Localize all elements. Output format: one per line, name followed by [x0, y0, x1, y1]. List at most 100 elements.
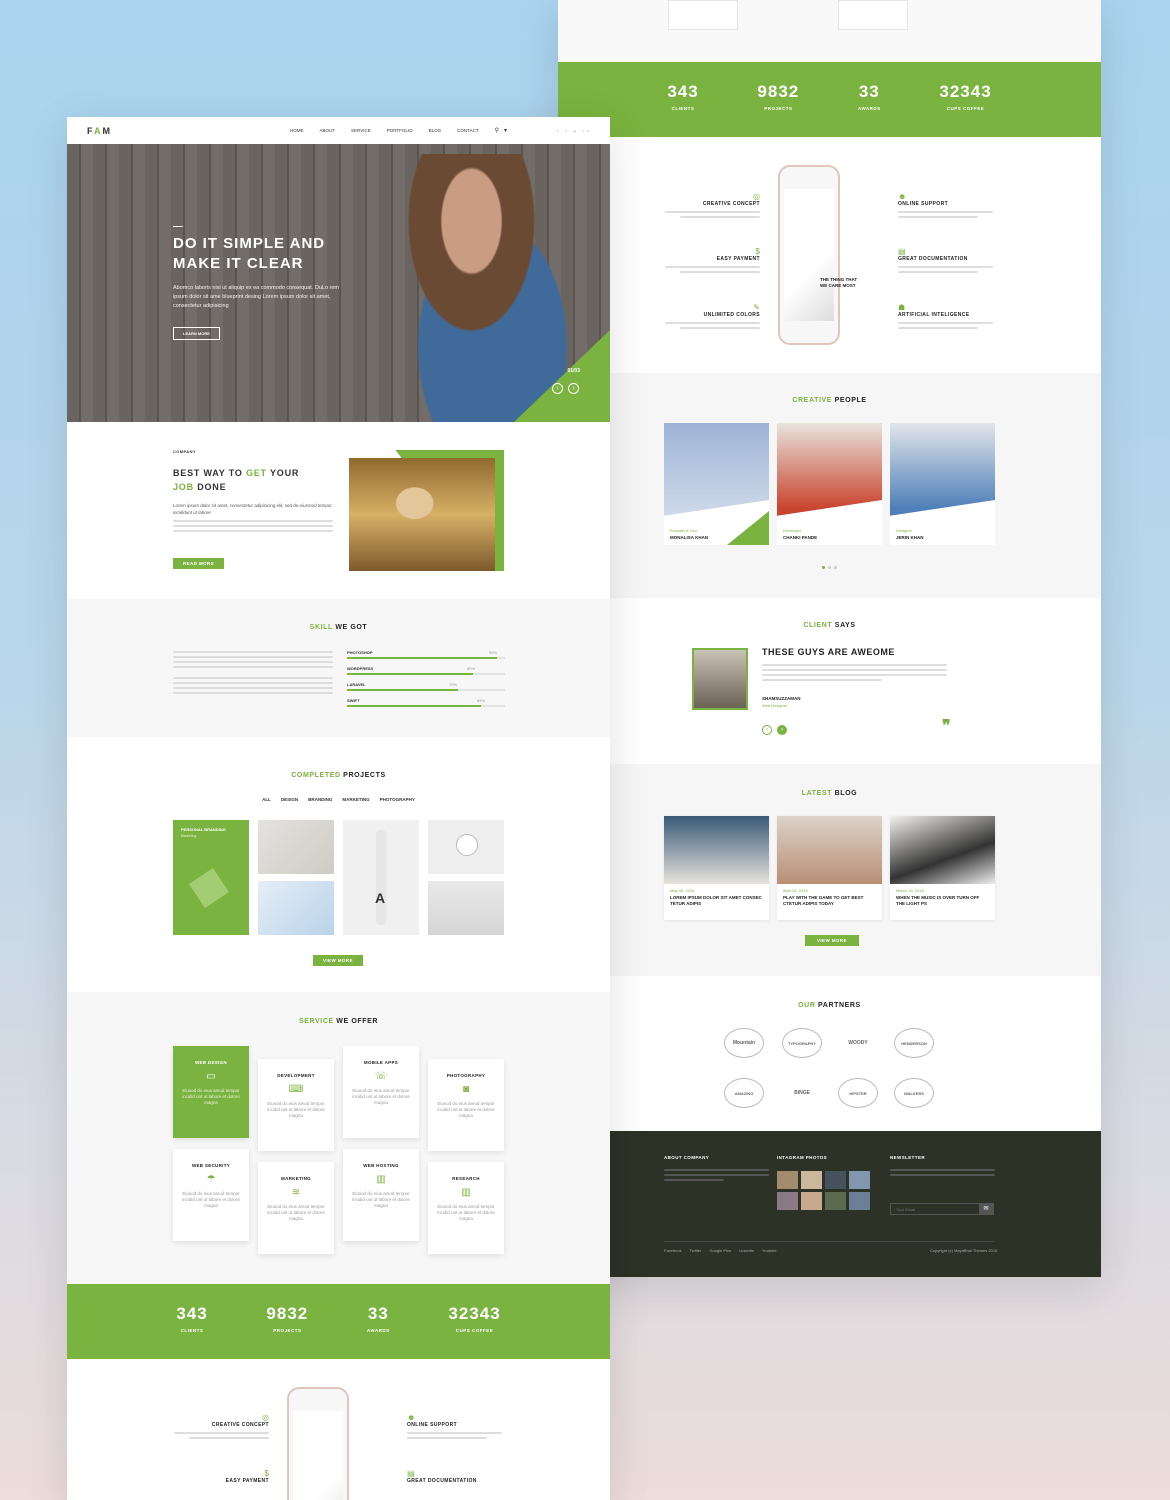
nav-contact[interactable]: CONTACT: [457, 128, 478, 133]
instagram-photo[interactable]: [849, 1192, 870, 1210]
feature-artificial-inteligence: ☗ ARTIFICIAL INTELIGENCE: [898, 303, 1028, 329]
counter-coffee: 32343 CUPS COFFEE: [939, 82, 992, 111]
social-icons[interactable]: f t g in: [557, 128, 592, 133]
counter-projects: 9832 PROJECTS: [266, 1304, 309, 1333]
people-section: CREATIVE PEOPLE Founder & Ceo MONALISA KH…: [558, 373, 1101, 598]
copyright: Copyright (c) MayaBhai Themes 2016: [930, 1248, 998, 1253]
phone-mockup: THE THING THAT WE CARE MOST: [778, 165, 857, 345]
hero-text: Abomco laboris nisi ut aliquip ex ea com…: [173, 285, 340, 309]
cart-icon[interactable]: ▾: [504, 127, 507, 134]
right-page-preview: 343 CLIENTS 9832 PROJECTS 33 AWARDS 32343 CU…: [558, 0, 1101, 1277]
project-item[interactable]: [428, 881, 504, 935]
footer-social-links: Facebook Twitter Google Plus Linkedin Yo…: [664, 1248, 777, 1253]
instagram-photo[interactable]: [801, 1171, 822, 1189]
blog-card-1[interactable]: May 06, 2016 LOREM IPSUM DOLOR SIT AMET C…: [664, 816, 769, 920]
read-more-button[interactable]: READ MORE: [173, 558, 225, 569]
footer-link-facebook[interactable]: Facebook: [664, 1248, 682, 1253]
service-card-web-security[interactable]: WEB SECURITY ☂ Eiusod do eius amod tempor …: [173, 1149, 249, 1241]
people-pagination[interactable]: [822, 566, 837, 569]
service-card-marketing[interactable]: MARKETING ≋ Eiusod do eius amod tempor inc…: [258, 1162, 334, 1254]
instagram-photo[interactable]: [825, 1192, 846, 1210]
feature-easy-payment: $ EASY PAYMENT: [139, 1469, 269, 1488]
counter-awards: 33 AWARDS: [857, 82, 881, 111]
target-icon: ◎: [753, 192, 760, 201]
company-label: COMPANY: [173, 449, 196, 454]
footer-newsletter-heading: NEWSLETTER: [890, 1155, 925, 1160]
instagram-photo[interactable]: [777, 1192, 798, 1210]
services-section: SERVICE WE OFFER WEB DESIGN ▭ Eiusod do ei…: [67, 992, 610, 1284]
service-card-photography[interactable]: PHOTOGRAPHY ◙ Eiusod do eius amod tempor i…: [428, 1059, 504, 1151]
feature-creative-concept: ◎ CREATIVE CONCEPT: [139, 1413, 269, 1439]
nav-about[interactable]: ABOUT: [320, 128, 336, 133]
tab-all[interactable]: ALL: [262, 797, 271, 802]
partner-logo: TYPOGRAPHY: [782, 1028, 822, 1058]
person-card-jerin[interactable]: Designer JERIN KHAN: [890, 423, 995, 545]
hero-image: [377, 154, 587, 422]
phone-mockup: [287, 1387, 349, 1500]
service-card-mobile-apps[interactable]: MOBILE APPS ☏ Eiusod do eius amod tempor i…: [343, 1046, 419, 1138]
instagram-photo[interactable]: [825, 1171, 846, 1189]
logo[interactable]: FAM: [87, 126, 112, 136]
instagram-photo[interactable]: [777, 1171, 798, 1189]
tab-branding[interactable]: BRANDING: [308, 797, 332, 802]
footer-about-heading: ABOUT COMPANY: [664, 1155, 710, 1160]
nav-blog[interactable]: BLOG: [429, 128, 442, 133]
projects-view-more-button[interactable]: VIEW MORE: [313, 955, 363, 966]
monitor-icon: ▭: [206, 1071, 216, 1082]
service-card-development[interactable]: DEVELOPMENT ⌨ Eiusod do eius amod tempor i…: [258, 1059, 334, 1151]
project-item[interactable]: A: [343, 820, 419, 935]
feature-online-support: ☻ ONLINE SUPPORT: [407, 1413, 537, 1439]
instagram-photo[interactable]: [849, 1171, 870, 1189]
people-title: CREATIVE PEOPLE: [792, 397, 867, 404]
service-card-research[interactable]: RESEARCH ▥ Eiusod do eius amod tempor inci…: [428, 1162, 504, 1254]
footer-link-linkedin[interactable]: Linkedin: [739, 1248, 754, 1253]
tab-marketing[interactable]: MARKETING: [342, 797, 369, 802]
instagram-grid: [777, 1171, 870, 1210]
service-card-web-hosting[interactable]: WEB HOSTING ▥ Eiusod do eius amod tempor i…: [343, 1149, 419, 1241]
skill-bar-swift: SWIFT 85%: [347, 698, 505, 707]
nav-portfolio[interactable]: PORTFOLIO: [387, 128, 413, 133]
email-field[interactable]: [891, 1204, 979, 1214]
project-featured[interactable]: PERSONAL BRANDING Marketing: [173, 820, 249, 935]
person-card-chanki[interactable]: Developer CHANKI PANDE: [777, 423, 882, 545]
palette-icon: ✎: [753, 303, 760, 312]
blog-card-3[interactable]: March 16, 2016 WHEN THE MUSIC IS OVER TUR…: [890, 816, 995, 920]
partner-logo: HIPSTER: [838, 1078, 878, 1108]
navbar: FAM HOME ABOUT SERVICE PORTFOLIO BLOG CO…: [67, 117, 610, 144]
blog-view-more-button[interactable]: VIEW MORE: [805, 935, 859, 946]
blog-section: LATEST BLOG May 06, 2016 LOREM IPSUM DOLO…: [558, 764, 1101, 976]
service-card-web-design[interactable]: WEB DESIGN ▭ Eiusod do eius amod tempor in…: [173, 1046, 249, 1138]
nav-home[interactable]: HOME: [290, 128, 304, 133]
company-image: [349, 458, 495, 571]
counter-section-left: 343 CLIENTS 9832 PROJECTS 33 AWARDS 32343 CU…: [67, 1284, 610, 1359]
send-icon[interactable]: ✉: [979, 1204, 993, 1214]
prev-arrow-icon[interactable]: ‹: [762, 725, 772, 735]
support-icon: ☻: [407, 1413, 416, 1422]
quote-icon: ❞: [942, 718, 951, 735]
next-arrow-icon[interactable]: ›: [777, 725, 787, 735]
footer: ABOUT COMPANY INTAGRAM PHOTOS NEWSLETTER…: [610, 1131, 1101, 1277]
instagram-photo[interactable]: [801, 1192, 822, 1210]
project-item[interactable]: [428, 820, 504, 874]
hero-next-icon[interactable]: ›: [568, 383, 579, 394]
document-icon: ▤: [898, 247, 906, 256]
skills-section: SKILL WE GOT PHOTOSHOP 95% WORDPRESS 80% L…: [67, 599, 610, 737]
nav-service[interactable]: SERVICE: [351, 128, 371, 133]
projects-title: COMPLETED PROJECTS: [291, 772, 386, 779]
footer-link-googleplus[interactable]: Google Plus: [709, 1248, 731, 1253]
footer-link-twitter[interactable]: Twitter: [690, 1248, 702, 1253]
learn-more-button[interactable]: LEARN MORE: [173, 327, 220, 340]
tab-photography[interactable]: PHOTOGRAPHY: [380, 797, 415, 802]
blog-card-2[interactable]: April 26, 2016 PLAY WITH THE GAME TO GET …: [777, 816, 882, 920]
projects-section: COMPLETED PROJECTS ALL DESIGN BRANDING M…: [67, 737, 610, 992]
project-item[interactable]: [258, 881, 334, 935]
project-item[interactable]: [258, 820, 334, 874]
tab-design[interactable]: DESIGN: [281, 797, 298, 802]
camera-icon: ◙: [462, 1084, 470, 1095]
search-icon[interactable]: ⚲: [495, 127, 499, 134]
hero-title: DO IT SIMPLE AND MAKE IT CLEAR: [173, 235, 326, 272]
hero-prev-icon[interactable]: ‹: [552, 383, 563, 394]
person-card-monalisa[interactable]: Founder & Ceo MONALISA KHAN: [664, 423, 769, 545]
left-page-preview: FAM HOME ABOUT SERVICE PORTFOLIO BLOG CO…: [67, 117, 610, 1500]
footer-link-youtube[interactable]: Youtube: [762, 1248, 777, 1253]
